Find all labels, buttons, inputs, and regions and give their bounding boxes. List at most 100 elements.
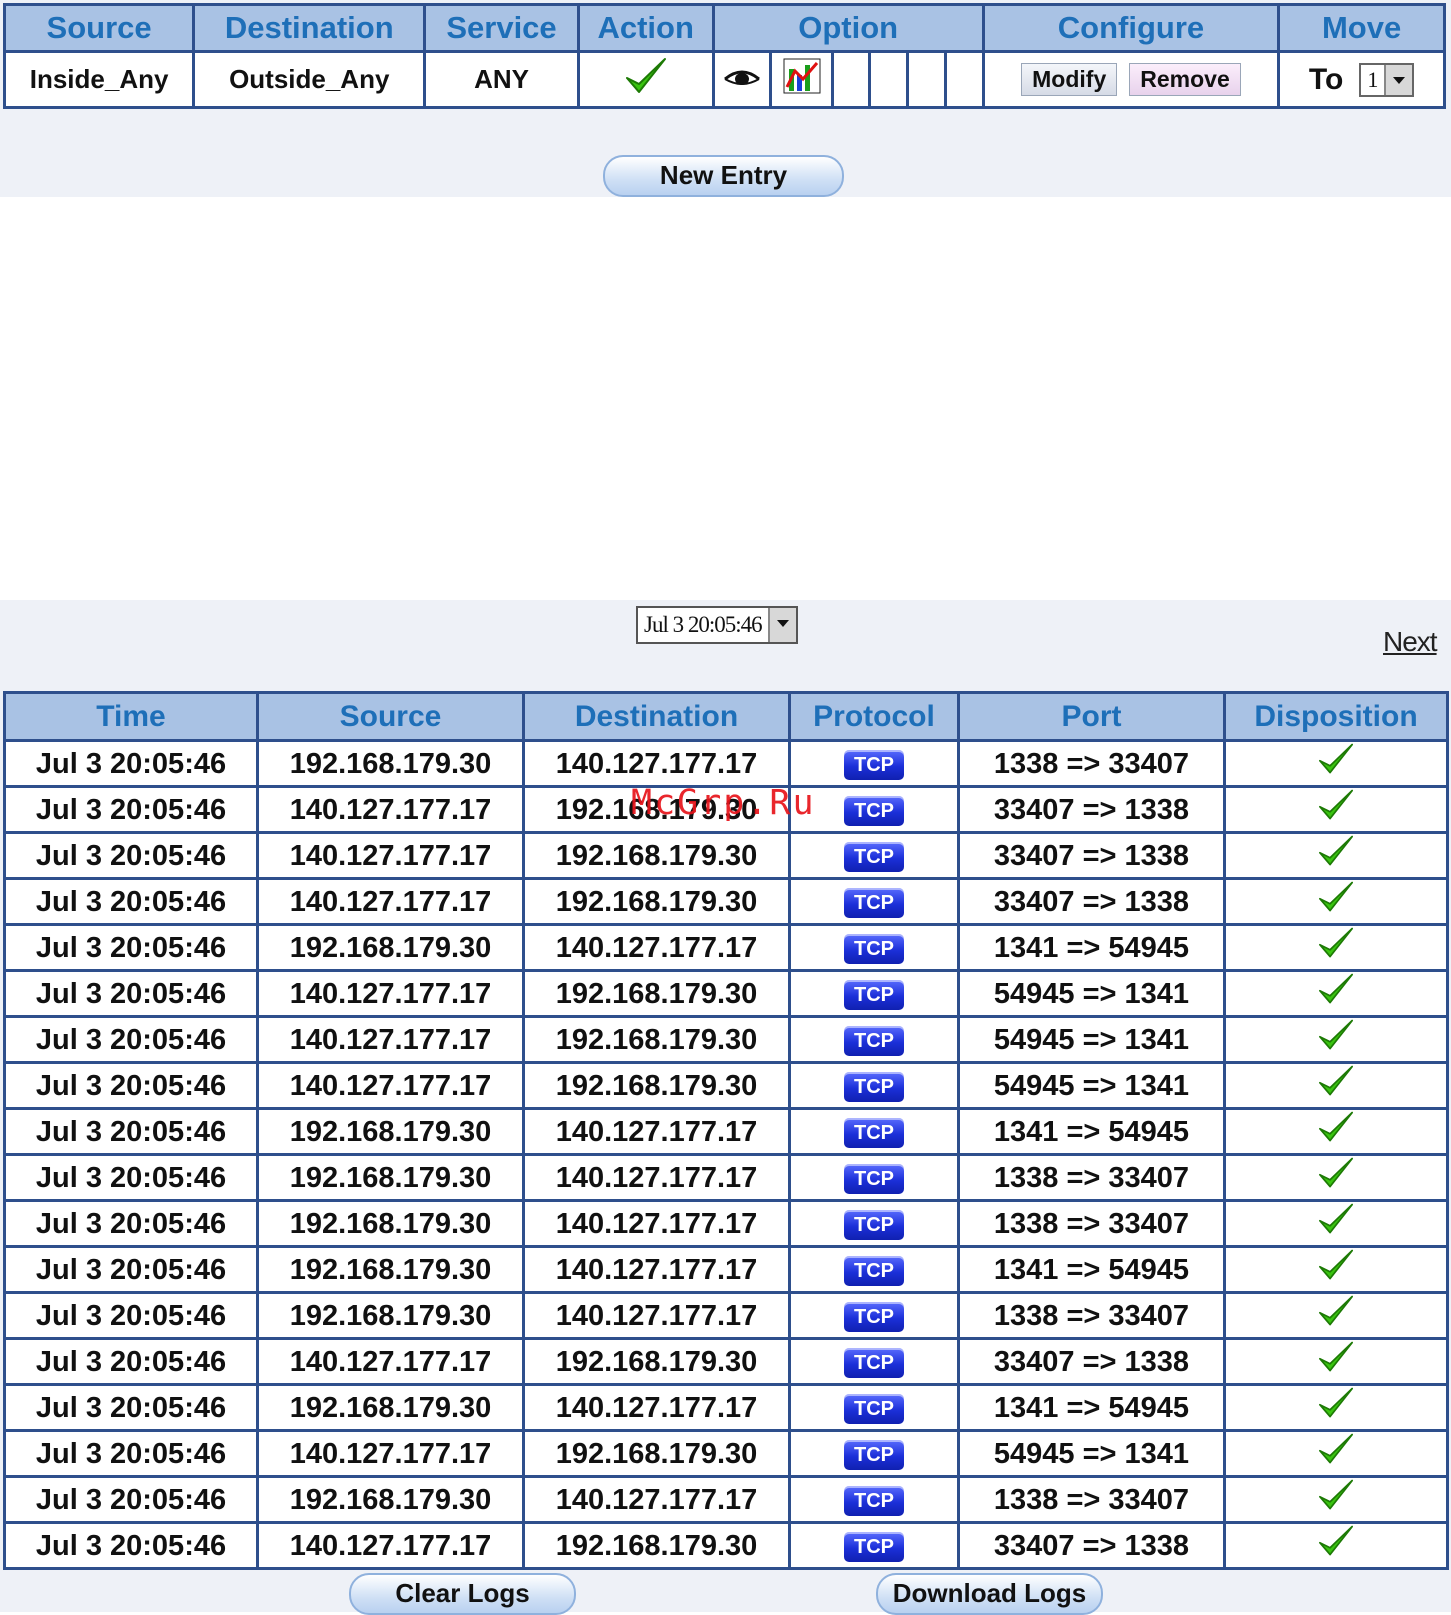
- check-icon: [1316, 1157, 1356, 1198]
- check-icon: [1316, 1249, 1356, 1290]
- table-row: Jul 3 20:05:46 140.127.177.17 192.168.179.…: [3, 1015, 1449, 1064]
- tcp-protocol-icon: TCP: [844, 933, 904, 964]
- chevron-down-icon[interactable]: [767, 608, 796, 642]
- policy-option-empty-4: [943, 50, 985, 109]
- tcp-protocol-icon: TCP: [844, 1485, 904, 1516]
- log-protocol: TCP: [788, 923, 960, 972]
- tcp-protocol-icon: TCP: [844, 887, 904, 918]
- new-entry-button[interactable]: New Entry: [603, 155, 844, 197]
- tcp-protocol-icon: TCP: [844, 795, 904, 826]
- policy-destination: Outside_Any: [192, 50, 427, 109]
- log-destination: 140.127.177.17: [522, 1245, 791, 1294]
- policy-source: Inside_Any: [2, 50, 196, 109]
- check-icon: [1316, 1019, 1356, 1060]
- chart-icon[interactable]: [782, 57, 822, 102]
- table-row: Jul 3 20:05:46 140.127.177.17 192.168.179.…: [3, 969, 1449, 1018]
- log-port: 33407 => 1338: [957, 877, 1226, 926]
- policy-header-source: Source: [2, 3, 196, 53]
- policy-option-empty-1: [831, 50, 872, 109]
- log-protocol: TCP: [788, 1429, 960, 1478]
- policy-option-empty-2: [868, 50, 909, 109]
- log-source: 192.168.179.30: [256, 1199, 525, 1248]
- chevron-down-icon[interactable]: [1384, 64, 1413, 95]
- log-protocol: TCP: [788, 1153, 960, 1202]
- log-body: Jul 3 20:05:46 192.168.179.30 140.127.177.…: [3, 739, 1449, 1570]
- tcp-protocol-icon: TCP: [844, 1393, 904, 1424]
- log-disposition: [1223, 1153, 1449, 1202]
- next-page-link[interactable]: Next: [1383, 626, 1438, 658]
- log-time: Jul 3 20:05:46: [3, 1199, 259, 1248]
- log-disposition: [1223, 1199, 1449, 1248]
- tcp-protocol-icon: TCP: [844, 1117, 904, 1148]
- check-icon: [624, 56, 668, 103]
- log-time: Jul 3 20:05:46: [3, 1383, 259, 1432]
- clear-logs-button[interactable]: Clear Logs: [349, 1573, 576, 1615]
- check-icon: [1316, 1203, 1356, 1244]
- log-source: 140.127.177.17: [256, 1061, 525, 1110]
- watermark: McGrp.Ru: [631, 783, 816, 823]
- table-row: Jul 3 20:05:46 140.127.177.17 192.168.179.…: [3, 1337, 1449, 1386]
- log-time: Jul 3 20:05:46: [3, 877, 259, 926]
- log-time-select[interactable]: Jul 3 20:05:46: [636, 606, 798, 644]
- table-row: Jul 3 20:05:46 192.168.179.30 140.127.177.…: [3, 1291, 1449, 1340]
- log-port: 33407 => 1338: [957, 1521, 1226, 1570]
- policy-header-move: Move: [1277, 3, 1446, 53]
- log-header-row: Time Source Destination Protocol Port Di…: [3, 691, 1449, 742]
- check-icon: [1316, 743, 1356, 784]
- log-source: 140.127.177.17: [256, 1429, 525, 1478]
- policy-table: Source Destination Service Action Option…: [2, 3, 1446, 109]
- log-time: Jul 3 20:05:46: [3, 785, 259, 834]
- log-time: Jul 3 20:05:46: [3, 831, 259, 880]
- log-port: 1338 => 33407: [957, 1475, 1226, 1524]
- log-protocol: TCP: [788, 1015, 960, 1064]
- log-destination: 192.168.179.30: [522, 1429, 791, 1478]
- log-source: 140.127.177.17: [256, 1337, 525, 1386]
- log-port: 33407 => 1338: [957, 1337, 1226, 1386]
- remove-button[interactable]: Remove: [1129, 63, 1241, 96]
- policy-header-option: Option: [711, 3, 985, 53]
- log-time: Jul 3 20:05:46: [3, 739, 259, 788]
- policy-option-statistics[interactable]: [768, 50, 835, 109]
- log-time: Jul 3 20:05:46: [3, 1015, 259, 1064]
- policy-header-configure: Configure: [981, 3, 1281, 53]
- check-icon: [1316, 1295, 1356, 1336]
- table-row: Jul 3 20:05:46 192.168.179.30 140.127.177.…: [3, 1107, 1449, 1156]
- log-protocol: TCP: [788, 1291, 960, 1340]
- log-header-disposition: Disposition: [1223, 691, 1449, 742]
- log-header-port: Port: [957, 691, 1226, 742]
- log-port: 33407 => 1338: [957, 831, 1226, 880]
- log-header-source: Source: [256, 691, 525, 742]
- tcp-protocol-icon: TCP: [844, 1439, 904, 1470]
- log-source: 192.168.179.30: [256, 923, 525, 972]
- log-source: 192.168.179.30: [256, 1153, 525, 1202]
- policy-option-empty-3: [905, 50, 947, 109]
- tcp-protocol-icon: TCP: [844, 1025, 904, 1056]
- eye-icon[interactable]: [722, 65, 762, 96]
- move-to-select[interactable]: 1: [1359, 62, 1415, 97]
- download-logs-button[interactable]: Download Logs: [876, 1573, 1103, 1615]
- check-icon: [1316, 1111, 1356, 1152]
- log-disposition: [1223, 1061, 1449, 1110]
- policy-option-log[interactable]: [711, 50, 772, 109]
- log-destination: 140.127.177.17: [522, 1291, 791, 1340]
- log-time: Jul 3 20:05:46: [3, 1153, 259, 1202]
- check-icon: [1316, 927, 1356, 968]
- table-row: Jul 3 20:05:46 192.168.179.30 140.127.177.…: [3, 1199, 1449, 1248]
- log-port: 33407 => 1338: [957, 785, 1226, 834]
- log-source: 192.168.179.30: [256, 1291, 525, 1340]
- policy-row: Inside_Any Outside_Any ANY Modify Remove…: [2, 50, 1446, 109]
- check-icon: [1316, 1479, 1356, 1520]
- log-header-destination: Destination: [522, 691, 791, 742]
- log-destination: 140.127.177.17: [522, 923, 791, 972]
- modify-button[interactable]: Modify: [1021, 63, 1118, 96]
- check-icon: [1316, 1525, 1356, 1566]
- log-disposition: [1223, 1521, 1449, 1570]
- table-row: Jul 3 20:05:46 192.168.179.30 140.127.177.…: [3, 1383, 1449, 1432]
- table-row: Jul 3 20:05:46 140.127.177.17 192.168.179.…: [3, 1429, 1449, 1478]
- check-icon: [1316, 881, 1356, 922]
- tcp-protocol-icon: TCP: [844, 1347, 904, 1378]
- log-time: Jul 3 20:05:46: [3, 1107, 259, 1156]
- log-source: 192.168.179.30: [256, 1383, 525, 1432]
- log-disposition: [1223, 1383, 1449, 1432]
- log-source: 140.127.177.17: [256, 785, 525, 834]
